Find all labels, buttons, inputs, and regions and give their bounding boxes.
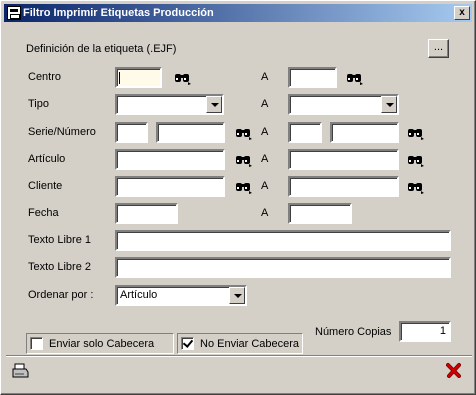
chevron-down-icon[interactable] xyxy=(206,96,222,113)
tipo-label: Tipo xyxy=(28,98,49,110)
title-bar[interactable]: Filtro Imprimir Etiquetas Producción x xyxy=(4,4,472,22)
serie-to-label: A xyxy=(261,126,269,138)
numero-from-input[interactable] xyxy=(156,122,225,143)
articulo-label: Artículo xyxy=(28,153,66,165)
serie-from-input[interactable] xyxy=(115,122,148,143)
centro-from-input[interactable] xyxy=(115,67,162,88)
dialog-window: Filtro Imprimir Etiquetas Producción x D… xyxy=(0,0,476,395)
fecha-to-label: A xyxy=(261,207,269,219)
articulo-from-input[interactable] xyxy=(115,149,225,170)
texto-libre-2-label: Texto Libre 2 xyxy=(28,261,91,273)
cancel-icon[interactable] xyxy=(446,362,462,378)
chevron-down-icon[interactable] xyxy=(229,287,245,304)
serie-from-search-icon[interactable] xyxy=(235,126,253,140)
ordenar-por-select[interactable]: Artículo xyxy=(115,285,247,306)
fecha-label: Fecha xyxy=(28,207,59,219)
articulo-to-label: A xyxy=(261,153,269,165)
ordenar-por-value: Artículo xyxy=(120,289,158,301)
app-icon xyxy=(7,6,21,20)
chevron-down-icon[interactable] xyxy=(381,96,397,113)
cliente-to-input[interactable] xyxy=(288,176,399,197)
fecha-to-input[interactable] xyxy=(288,203,352,224)
definicion-label: Definición de la etiqueta (.EJF) xyxy=(26,43,177,55)
numero-to-input[interactable] xyxy=(330,122,399,143)
browse-definicion-button[interactable]: ... xyxy=(428,39,449,58)
cliente-from-input[interactable] xyxy=(115,176,225,197)
close-button[interactable]: x xyxy=(454,6,470,20)
tipo-to-select[interactable] xyxy=(288,94,399,115)
serie-numero-label: Serie/Número xyxy=(28,126,96,138)
ordenar-por-label: Ordenar por : xyxy=(28,289,94,301)
cliente-label: Cliente xyxy=(28,180,63,192)
tipo-from-select[interactable] xyxy=(115,94,224,115)
enviar-solo-cabecera-option[interactable]: Enviar solo Cabecera xyxy=(26,333,174,354)
fecha-from-input[interactable] xyxy=(115,203,178,224)
cliente-to-label: A xyxy=(261,180,269,192)
articulo-from-search-icon[interactable] xyxy=(235,153,253,167)
enviar-solo-cabecera-checkbox[interactable] xyxy=(30,337,43,350)
articulo-to-search-icon[interactable] xyxy=(407,153,425,167)
serie-to-input[interactable] xyxy=(288,122,322,143)
serie-to-search-icon[interactable] xyxy=(407,126,425,140)
tipo-to-label: A xyxy=(261,98,269,110)
no-enviar-cabecera-label: No Enviar Cabecera xyxy=(200,337,300,350)
text-caret xyxy=(119,72,120,84)
articulo-to-input[interactable] xyxy=(288,149,399,170)
enviar-solo-cabecera-label: Enviar solo Cabecera xyxy=(49,337,155,350)
footer-separator xyxy=(6,355,472,357)
window-title: Filtro Imprimir Etiquetas Producción xyxy=(23,7,214,19)
texto-libre-1-label: Texto Libre 1 xyxy=(28,234,91,246)
centro-to-label: A xyxy=(261,71,269,83)
centro-label: Centro xyxy=(28,71,62,83)
centro-from-search-icon[interactable] xyxy=(174,71,192,85)
texto-libre-2-input[interactable] xyxy=(115,257,451,278)
no-enviar-cabecera-option[interactable]: No Enviar Cabecera xyxy=(177,333,303,354)
centro-to-input[interactable] xyxy=(288,67,337,88)
printer-icon[interactable] xyxy=(11,363,29,379)
no-enviar-cabecera-checkbox[interactable] xyxy=(181,337,194,350)
numero-copias-label: Número Copias xyxy=(315,326,392,338)
cliente-from-search-icon[interactable] xyxy=(235,180,253,194)
cliente-to-search-icon[interactable] xyxy=(407,180,425,194)
numero-copias-input[interactable]: 1 xyxy=(399,321,451,342)
texto-libre-1-input[interactable] xyxy=(115,230,451,251)
centro-to-search-icon[interactable] xyxy=(346,71,364,85)
